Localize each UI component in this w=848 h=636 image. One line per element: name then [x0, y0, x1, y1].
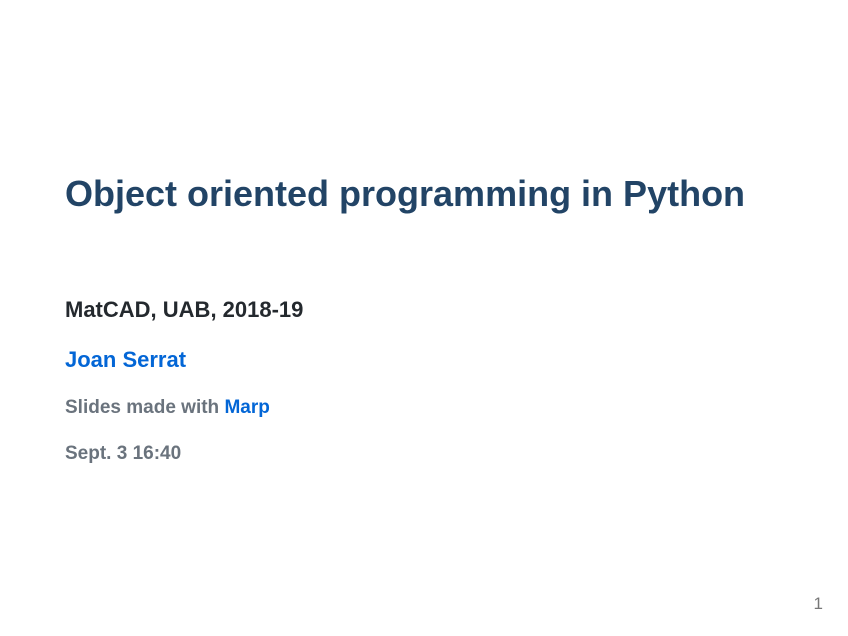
credit-prefix: Slides made with — [65, 397, 225, 418]
credit-line: Slides made with Marp — [65, 395, 270, 421]
slide: Object oriented programming in Python Ma… — [0, 0, 848, 636]
author-link[interactable]: Joan Serrat — [65, 346, 186, 374]
course-info: MatCAD, UAB, 2018-19 — [65, 297, 304, 322]
marp-link[interactable]: Marp — [224, 397, 269, 418]
date-text: Sept. 3 16:40 — [65, 443, 182, 464]
slide-title: Object oriented programming in Python — [65, 173, 746, 214]
page-number: 1 — [813, 594, 823, 613]
